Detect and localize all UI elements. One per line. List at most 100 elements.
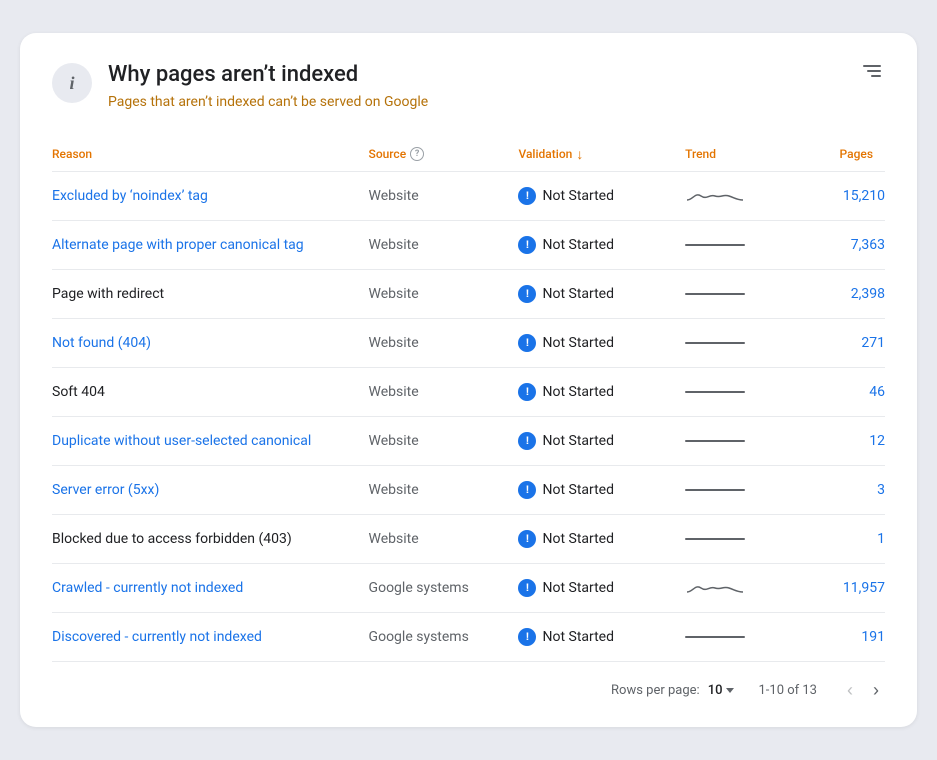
filter-button[interactable] — [859, 61, 885, 81]
cell-validation: Not Started — [518, 612, 685, 661]
not-started-label: Not Started — [542, 188, 614, 204]
cell-source: Website — [369, 220, 519, 269]
pagination-bar: Rows per page: 10 1-10 of 13 ‹ › — [52, 662, 885, 707]
not-started-icon — [518, 432, 536, 450]
sort-arrow-icon[interactable]: ↓ — [576, 146, 583, 163]
cell-validation: Not Started — [518, 318, 685, 367]
not-started-icon — [518, 285, 536, 303]
table-row: Duplicate without user-selected canonica… — [52, 416, 885, 465]
page-title: Why pages aren’t indexed — [108, 61, 428, 90]
cell-trend — [685, 416, 818, 465]
cell-pages[interactable]: 191 — [818, 612, 885, 661]
prev-page-button[interactable]: ‹ — [841, 678, 859, 703]
table-row: Discovered - currently not indexedGoogle… — [52, 612, 885, 661]
not-started-label: Not Started — [542, 384, 614, 400]
cell-pages[interactable]: 12 — [818, 416, 885, 465]
source-help-icon[interactable]: ? — [410, 147, 424, 161]
filter-lines-icon — [863, 65, 881, 77]
cell-validation: Not Started — [518, 416, 685, 465]
not-started-icon — [518, 481, 536, 499]
cell-reason: Blocked due to access forbidden (403) — [52, 514, 369, 563]
table-row: Alternate page with proper canonical tag… — [52, 220, 885, 269]
cell-validation: Not Started — [518, 514, 685, 563]
page-info: 1-10 of 13 — [758, 683, 817, 698]
cell-reason[interactable]: Duplicate without user-selected canonica… — [52, 416, 369, 465]
table-row: Excluded by ‘noindex’ tagWebsite Not Star… — [52, 171, 885, 220]
cell-reason[interactable]: Server error (5xx) — [52, 465, 369, 514]
chevron-down-icon — [726, 688, 734, 693]
cell-source: Website — [369, 318, 519, 367]
trend-flat-icon — [685, 627, 806, 647]
col-reason: Reason — [52, 138, 369, 172]
cell-pages[interactable]: 11,957 — [818, 563, 885, 612]
table-row: Not found (404)Website Not Started 271 — [52, 318, 885, 367]
cell-trend — [685, 220, 818, 269]
trend-flat-icon — [685, 235, 806, 255]
table-row: Crawled - currently not indexedGoogle sy… — [52, 563, 885, 612]
cell-pages[interactable]: 2,398 — [818, 269, 885, 318]
trend-flat-icon — [685, 529, 806, 549]
header-text: Why pages aren’t indexed Pages that aren… — [108, 61, 428, 110]
cell-trend — [685, 367, 818, 416]
not-started-label: Not Started — [542, 482, 614, 498]
cell-trend — [685, 465, 818, 514]
rows-per-page: Rows per page: 10 — [611, 683, 734, 698]
cell-validation: Not Started — [518, 563, 685, 612]
not-started-label: Not Started — [542, 286, 614, 302]
cell-pages[interactable]: 15,210 — [818, 171, 885, 220]
cell-reason[interactable]: Discovered - currently not indexed — [52, 612, 369, 661]
cell-source: Google systems — [369, 563, 519, 612]
cell-source: Website — [369, 416, 519, 465]
trend-flat-icon — [685, 284, 806, 304]
trend-flat-icon — [685, 480, 806, 500]
table-row: Server error (5xx)Website Not Started 3 — [52, 465, 885, 514]
trend-wavy-icon — [685, 186, 806, 206]
indexing-table: Reason Source ? Validation ↓ Trend Pages — [52, 138, 885, 662]
cell-pages[interactable]: 46 — [818, 367, 885, 416]
cell-reason[interactable]: Crawled - currently not indexed — [52, 563, 369, 612]
cell-source: Google systems — [369, 612, 519, 661]
cell-trend — [685, 269, 818, 318]
trend-flat-icon — [685, 333, 806, 353]
cell-trend — [685, 612, 818, 661]
trend-flat-icon — [685, 431, 806, 451]
not-started-icon — [518, 628, 536, 646]
cell-source: Website — [369, 171, 519, 220]
info-icon: i — [52, 63, 92, 103]
cell-reason[interactable]: Not found (404) — [52, 318, 369, 367]
table-row: Soft 404WebsiteNot Started46 — [52, 367, 885, 416]
cell-pages[interactable]: 1 — [818, 514, 885, 563]
cell-source: Website — [369, 465, 519, 514]
rows-per-page-value: 10 — [708, 683, 723, 698]
trend-flat-icon — [685, 382, 806, 402]
col-validation: Validation ↓ — [518, 138, 685, 172]
not-started-icon — [518, 187, 536, 205]
not-started-icon — [518, 579, 536, 597]
cell-source: Website — [369, 269, 519, 318]
not-started-label: Not Started — [542, 580, 614, 596]
page-subtitle: Pages that aren’t indexed can’t be serve… — [108, 94, 428, 110]
trend-wavy-icon — [685, 578, 806, 598]
not-started-label: Not Started — [542, 335, 614, 351]
not-started-label: Not Started — [542, 531, 614, 547]
col-trend: Trend — [685, 138, 818, 172]
cell-pages[interactable]: 7,363 — [818, 220, 885, 269]
cell-validation: Not Started — [518, 171, 685, 220]
not-started-label: Not Started — [542, 237, 614, 253]
not-started-icon — [518, 530, 536, 548]
rows-per-page-select[interactable]: 10 — [708, 683, 735, 698]
cell-source: Website — [369, 514, 519, 563]
cell-reason: Page with redirect — [52, 269, 369, 318]
cell-pages[interactable]: 271 — [818, 318, 885, 367]
page-navigation: ‹ › — [841, 678, 885, 703]
cell-trend — [685, 318, 818, 367]
table-row: Page with redirectWebsite Not Started 2,39… — [52, 269, 885, 318]
next-page-button[interactable]: › — [867, 678, 885, 703]
not-started-icon — [518, 334, 536, 352]
cell-trend — [685, 514, 818, 563]
col-pages: Pages — [818, 138, 885, 172]
cell-reason[interactable]: Alternate page with proper canonical tag — [52, 220, 369, 269]
cell-reason[interactable]: Excluded by ‘noindex’ tag — [52, 171, 369, 220]
cell-pages[interactable]: 3 — [818, 465, 885, 514]
cell-reason: Soft 404 — [52, 367, 369, 416]
